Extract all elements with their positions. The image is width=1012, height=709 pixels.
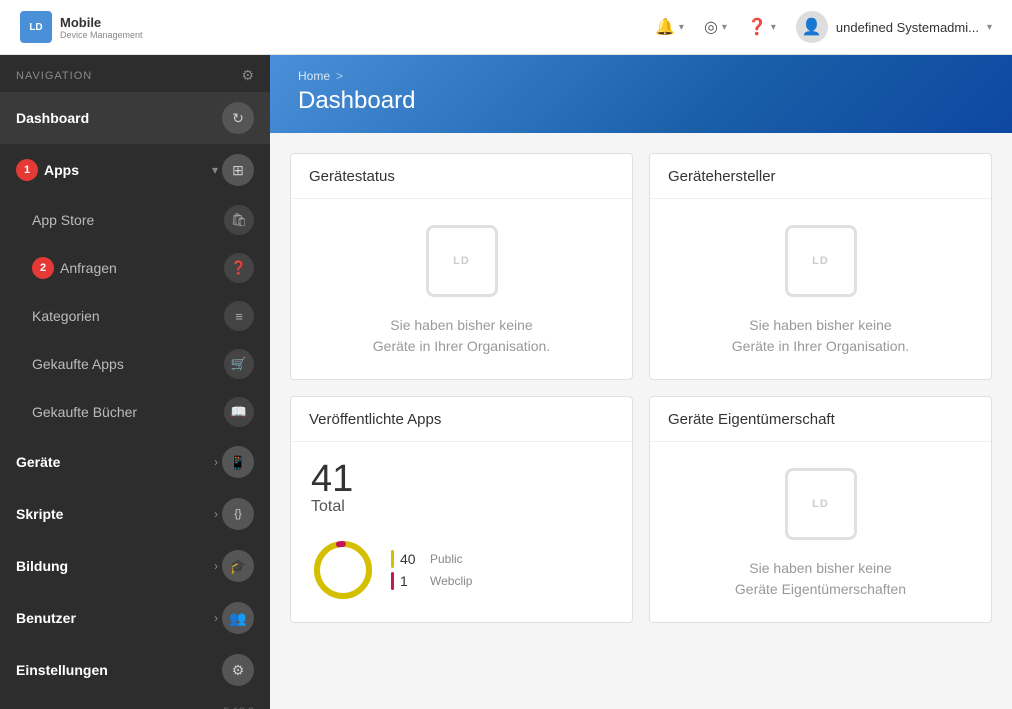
placeholder-logo-geraetehersteller: LD bbox=[781, 221, 861, 301]
card-apps-header: Veröffentlichte Apps bbox=[291, 397, 632, 442]
page-title: Dashboard bbox=[298, 87, 984, 115]
apps-chart-row: 40 Public 1 Webclip bbox=[311, 538, 612, 602]
user-menu[interactable]: 👤 undefined Systemadmi... ▾ bbox=[796, 11, 992, 43]
geraete-icon: 📱 bbox=[222, 446, 254, 478]
placeholder-logo-eigentuemer: LD bbox=[781, 464, 861, 544]
sidebar-item-apps[interactable]: 1 Apps ▾ ⊞ bbox=[0, 144, 270, 196]
breadcrumb: Home > bbox=[298, 69, 984, 83]
sidebar-item-dashboard[interactable]: Dashboard ↻ bbox=[0, 92, 270, 144]
card-geraetehersteller-header: Gerätehersteller bbox=[650, 154, 991, 199]
apps-badge: 1 bbox=[16, 159, 38, 181]
sidebar-item-benutzer[interactable]: Benutzer › 👥 bbox=[0, 592, 270, 644]
sidebar-item-skripte[interactable]: Skripte › {} bbox=[0, 488, 270, 540]
anfragen-icon: ❓ bbox=[224, 253, 254, 283]
sidebar-item-einstellungen[interactable]: Einstellungen ⚙ bbox=[0, 644, 270, 696]
public-label: Public bbox=[430, 552, 463, 566]
card-apps-title: Veröffentlichte Apps bbox=[309, 411, 441, 428]
placeholder-logo-geraetestatus: LD bbox=[422, 221, 502, 301]
circle-icon: ◎ bbox=[704, 17, 718, 37]
card-geraetestatus-title: Gerätestatus bbox=[309, 168, 395, 185]
card-geraete-eigentuemer: Geräte Eigentümerschaft LD Sie haben bis… bbox=[649, 396, 992, 623]
apps-total-count: 41 bbox=[311, 460, 612, 498]
card-eigentuemer-header: Geräte Eigentümerschaft bbox=[650, 397, 991, 442]
legend-public: 40 Public bbox=[391, 550, 472, 568]
top-header: LD Mobile Device Management 🔔 ▾ ◎ ▾ ❓ ▾ … bbox=[0, 0, 1012, 55]
content-area: Home > Dashboard Gerätestatus LD bbox=[270, 55, 1012, 709]
sidebar-item-geraete[interactable]: Geräte › 📱 bbox=[0, 436, 270, 488]
card-geraetehersteller: Gerätehersteller LD Sie haben bisher kei… bbox=[649, 153, 992, 380]
legend-bar-webclip bbox=[391, 572, 394, 590]
card-geraetehersteller-body: LD Sie haben bisher keineGeräte in Ihrer… bbox=[650, 199, 991, 379]
card-geraetestatus-body: LD Sie haben bisher keineGeräte in Ihrer… bbox=[291, 199, 632, 379]
page-header: Home > Dashboard bbox=[270, 55, 1012, 133]
help-icon: ❓ bbox=[747, 17, 767, 37]
anfragen-badge: 2 bbox=[32, 257, 54, 279]
user-chevron: ▾ bbox=[987, 22, 992, 33]
card-geraetestatus: Gerätestatus LD Sie haben bisher keineGe… bbox=[290, 153, 633, 380]
header-actions: 🔔 ▾ ◎ ▾ ❓ ▾ 👤 undefined Systemadmi... ▾ bbox=[655, 11, 992, 43]
gekaufte-apps-icon: 🛒 bbox=[224, 349, 254, 379]
main-layout: NAVIGATION ⚙ Dashboard ↻ 1 Apps ▾ ⊞ App … bbox=[0, 55, 1012, 709]
bildung-chevron: › bbox=[214, 559, 218, 573]
sidebar-item-gekaufte-buecher[interactable]: Gekaufte Bücher 📖 bbox=[0, 388, 270, 436]
breadcrumb-separator: > bbox=[336, 69, 343, 83]
geraetestatus-placeholder-text: Sie haben bisher keineGeräte in Ihrer Or… bbox=[373, 315, 550, 357]
nav-label: NAVIGATION bbox=[16, 70, 92, 82]
sidebar-item-kategorien[interactable]: Kategorien ≡ bbox=[0, 292, 270, 340]
logo-area: LD Mobile Device Management bbox=[20, 11, 220, 43]
einstellungen-icon: ⚙ bbox=[222, 654, 254, 686]
apps-chevron: ▾ bbox=[212, 163, 218, 177]
bell-icon: 🔔 bbox=[655, 17, 675, 37]
breadcrumb-home[interactable]: Home bbox=[298, 69, 330, 83]
eigentuemer-placeholder-text: Sie haben bisher keineGeräte Eigentümers… bbox=[735, 558, 906, 600]
card-eigentuemer-body: LD Sie haben bisher keineGeräte Eigentüm… bbox=[650, 442, 991, 622]
help-button[interactable]: ❓ ▾ bbox=[747, 17, 776, 37]
benutzer-icon: 👥 bbox=[222, 602, 254, 634]
logo-text: Mobile Device Management bbox=[60, 15, 143, 40]
skripte-icon: {} bbox=[222, 498, 254, 530]
webclip-count: 1 bbox=[400, 573, 424, 589]
sidebar-header: NAVIGATION ⚙ bbox=[0, 55, 270, 92]
apps-icon: ⊞ bbox=[222, 154, 254, 186]
app-store-icon: 🛍 bbox=[224, 205, 254, 235]
webclip-label: Webclip bbox=[430, 574, 472, 588]
donut-svg bbox=[311, 538, 375, 602]
apps-total-label: Total bbox=[311, 498, 612, 516]
version-label: 5.18.2 bbox=[0, 696, 270, 709]
dashboard-icon: ↻ bbox=[222, 102, 254, 134]
card-apps-body: 41 Total bbox=[291, 442, 632, 622]
sidebar-item-app-store[interactable]: App Store 🛍 bbox=[0, 196, 270, 244]
geraete-chevron: › bbox=[214, 455, 218, 469]
logo-subtitle: Device Management bbox=[60, 30, 143, 40]
legend-bar-public bbox=[391, 550, 394, 568]
bildung-icon: 🎓 bbox=[222, 550, 254, 582]
notifications-button[interactable]: 🔔 ▾ bbox=[655, 17, 684, 37]
status-button[interactable]: ◎ ▾ bbox=[704, 17, 727, 37]
apps-legend: 40 Public 1 Webclip bbox=[391, 550, 472, 590]
geraetehersteller-placeholder-text: Sie haben bisher keineGeräte in Ihrer Or… bbox=[732, 315, 909, 357]
user-name: undefined Systemadmi... bbox=[836, 20, 979, 35]
donut-chart bbox=[311, 538, 375, 602]
card-geraetestatus-header: Gerätestatus bbox=[291, 154, 632, 199]
logo-icon: LD bbox=[20, 11, 52, 43]
benutzer-chevron: › bbox=[214, 611, 218, 625]
sidebar-item-bildung[interactable]: Bildung › 🎓 bbox=[0, 540, 270, 592]
dashboard-grid: Gerätestatus LD Sie haben bisher keineGe… bbox=[270, 133, 1012, 709]
nav-settings-icon[interactable]: ⚙ bbox=[241, 67, 254, 84]
logo-title: Mobile bbox=[60, 15, 143, 30]
sidebar: NAVIGATION ⚙ Dashboard ↻ 1 Apps ▾ ⊞ App … bbox=[0, 55, 270, 709]
legend-webclip: 1 Webclip bbox=[391, 572, 472, 590]
card-veroeffentlichte-apps: Veröffentlichte Apps 41 Total bbox=[290, 396, 633, 623]
card-eigentuemer-title: Geräte Eigentümerschaft bbox=[668, 411, 835, 428]
sidebar-item-gekaufte-apps[interactable]: Gekaufte Apps 🛒 bbox=[0, 340, 270, 388]
card-geraetehersteller-title: Gerätehersteller bbox=[668, 168, 776, 185]
public-count: 40 bbox=[400, 551, 424, 567]
kategorien-icon: ≡ bbox=[224, 301, 254, 331]
skripte-chevron: › bbox=[214, 507, 218, 521]
sidebar-item-anfragen[interactable]: 2 Anfragen ❓ bbox=[0, 244, 270, 292]
gekaufte-buecher-icon: 📖 bbox=[224, 397, 254, 427]
avatar: 👤 bbox=[796, 11, 828, 43]
